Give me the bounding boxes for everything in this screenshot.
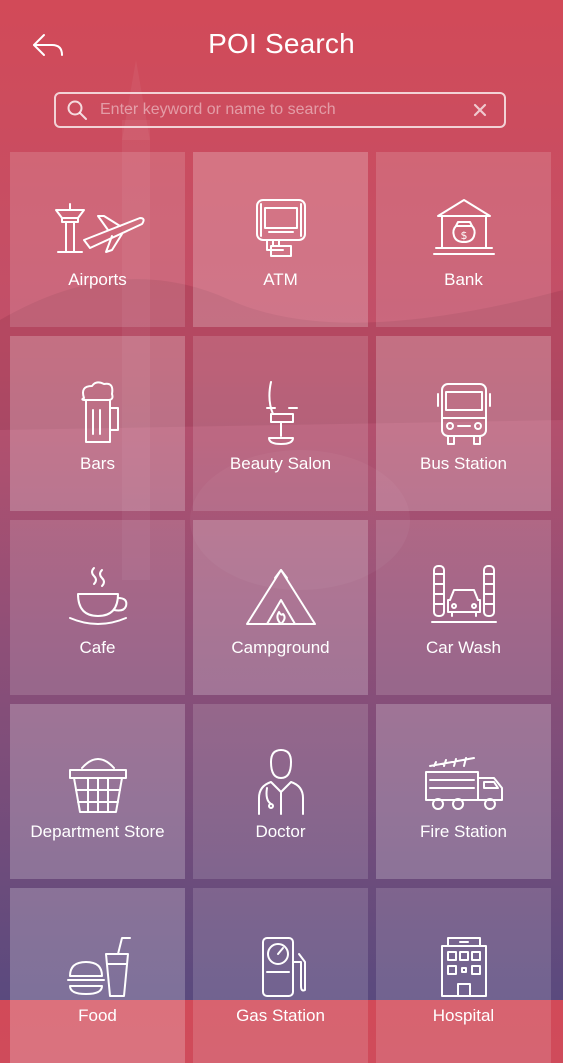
category-label: Bank xyxy=(444,270,483,289)
category-tile-airports[interactable]: Airports xyxy=(10,152,185,327)
hospital-icon xyxy=(440,937,487,997)
category-tile-fire-station[interactable]: Fire Station xyxy=(376,704,551,879)
category-label: Beauty Salon xyxy=(229,454,332,473)
category-label: Fire Station xyxy=(420,822,507,841)
category-tile-car-wash[interactable]: Car Wash xyxy=(376,520,551,695)
category-label: Campground xyxy=(231,638,330,657)
category-label: Hospital xyxy=(432,1006,495,1025)
category-label: Cafe xyxy=(79,638,116,657)
category-label: Gas Station xyxy=(236,1006,325,1025)
doctor-icon xyxy=(257,749,304,815)
search-bar xyxy=(54,92,506,128)
basket-icon xyxy=(68,758,127,813)
coffee-cup-icon xyxy=(68,567,127,625)
category-tile-department-store[interactable]: Department Store xyxy=(10,704,185,879)
category-label: Department Store xyxy=(30,822,165,841)
search-icon xyxy=(67,100,87,120)
beer-icon xyxy=(80,381,119,443)
category-tile-bus-station[interactable]: Bus Station xyxy=(376,336,551,511)
gas-pump-icon xyxy=(261,937,306,997)
category-tile-doctor[interactable]: Doctor xyxy=(193,704,368,879)
car-wash-icon xyxy=(430,565,497,623)
category-label: Bus Station xyxy=(420,454,507,473)
category-tile-beauty-salon[interactable]: Beauty Salon xyxy=(193,336,368,511)
search-input[interactable] xyxy=(100,94,466,126)
bank-icon: $ xyxy=(432,199,495,255)
category-tile-campground[interactable]: Campground xyxy=(193,520,368,695)
category-tile-atm[interactable]: ATM xyxy=(193,152,368,327)
category-label: Airports xyxy=(68,270,127,289)
category-tile-bars[interactable]: Bars xyxy=(10,336,185,511)
category-label: ATM xyxy=(263,270,298,289)
bus-icon xyxy=(436,383,491,445)
clear-search-button[interactable] xyxy=(466,96,494,124)
page-title: POI Search xyxy=(208,28,355,59)
atm-icon xyxy=(255,199,306,257)
category-tile-hospital[interactable]: Hospital xyxy=(376,888,551,1063)
category-label: Car Wash xyxy=(426,638,501,657)
category-tile-food[interactable]: Food xyxy=(10,888,185,1063)
category-label: Doctor xyxy=(255,822,306,841)
category-tile-gas-station[interactable]: Gas Station xyxy=(193,888,368,1063)
header: POI Search xyxy=(0,0,563,90)
category-tile-bank[interactable]: $ Bank xyxy=(376,152,551,327)
fast-food-icon xyxy=(66,937,131,997)
category-label: Food xyxy=(78,1006,117,1025)
category-tile-cafe[interactable]: Cafe xyxy=(10,520,185,695)
category-label: Bars xyxy=(80,454,115,473)
poi-category-grid: Airports ATM $ Bank Bars Beauty Salon Bu… xyxy=(10,152,551,1063)
tent-icon xyxy=(245,569,316,625)
close-icon xyxy=(473,103,487,117)
svg-text:$: $ xyxy=(460,229,467,242)
fire-truck-icon xyxy=(424,757,503,810)
salon-chair-icon xyxy=(265,381,298,445)
airport-icon xyxy=(54,203,145,253)
